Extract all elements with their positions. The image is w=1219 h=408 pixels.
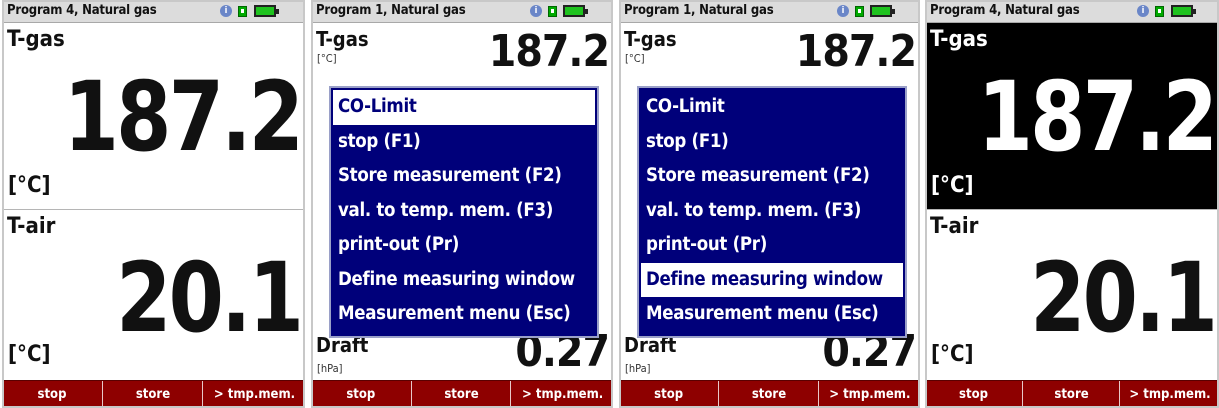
stop-key[interactable]: stop xyxy=(311,381,411,408)
measurement-name: T-gas xyxy=(624,27,677,51)
draft-unit: [hPa] xyxy=(625,362,651,375)
store-key[interactable]: store xyxy=(718,381,818,408)
tmp-mem-key[interactable]: > tmp.mem. xyxy=(201,381,305,408)
menu-item-temp-mem[interactable]: val. to temp. mem. (F3) xyxy=(641,194,903,229)
screenshot-strip: Program 4, Natural gas i T-gas 187.2 [°C… xyxy=(0,0,1219,408)
stop-key[interactable]: stop xyxy=(925,381,1022,408)
battery-icon xyxy=(1171,5,1196,17)
info-icon: i xyxy=(220,5,232,17)
measurement-unit: [°C] xyxy=(931,342,974,367)
measurement-unit: [°C] xyxy=(317,52,337,65)
status-header: Program 1, Natural gas i xyxy=(619,0,920,23)
tair-panel[interactable]: T-air 20.1 [°C] xyxy=(925,210,1219,380)
function-key-bar: stop store > tmp.mem. xyxy=(2,380,305,408)
menu-item-stop[interactable]: stop (F1) xyxy=(333,125,595,160)
measurement-value: 187.2 xyxy=(488,26,610,77)
tgas-panel[interactable]: T-gas 187.2 [°C] xyxy=(2,23,305,209)
program-title: Program 4, Natural gas xyxy=(930,3,1080,18)
menu-item-store-measurement[interactable]: Store measurement (F2) xyxy=(641,159,903,194)
measurement-value: 20.1 xyxy=(115,242,304,354)
measurement-value: 20.1 xyxy=(1029,242,1218,354)
measurement-value: 187.2 xyxy=(977,61,1217,173)
function-key-bar: stop store > tmp.mem. xyxy=(925,380,1219,408)
function-key-bar: stop store > tmp.mem. xyxy=(311,380,613,408)
status-header: Program 4, Natural gas i xyxy=(2,0,305,23)
measurement-name: T-gas xyxy=(7,27,65,52)
program-title: Program 1, Natural gas xyxy=(316,3,466,18)
measurement-name: T-gas xyxy=(316,27,369,51)
info-icon: i xyxy=(530,5,542,17)
measurement-unit: [°C] xyxy=(931,173,974,198)
memory-card-icon xyxy=(1155,6,1164,17)
info-icon: i xyxy=(837,5,849,17)
measurement-name: T-air xyxy=(930,214,979,239)
memory-card-icon xyxy=(548,6,557,17)
menu-item-temp-mem[interactable]: val. to temp. mem. (F3) xyxy=(333,194,595,229)
store-key[interactable]: store xyxy=(101,381,203,408)
store-key[interactable]: store xyxy=(1022,381,1120,408)
menu-item-co-limit[interactable]: CO-Limit xyxy=(333,90,595,125)
screen-4: Program 4, Natural gas i T-gas 187.2 [°C… xyxy=(925,0,1219,408)
store-key[interactable]: store xyxy=(410,381,512,408)
measurement-unit: [°C] xyxy=(8,342,51,367)
info-icon: i xyxy=(1137,5,1149,17)
tmp-mem-key[interactable]: > tmp.mem. xyxy=(817,381,920,408)
menu-item-define-window[interactable]: Define measuring window xyxy=(641,262,903,297)
program-title: Program 1, Natural gas xyxy=(624,3,774,18)
tmp-mem-key[interactable]: > tmp.mem. xyxy=(510,381,613,408)
menu-item-store-measurement[interactable]: Store measurement (F2) xyxy=(333,159,595,194)
screen-1: Program 4, Natural gas i T-gas 187.2 [°C… xyxy=(2,0,305,408)
tgas-panel-selected[interactable]: T-gas 187.2 [°C] xyxy=(925,23,1219,209)
status-header: Program 4, Natural gas i xyxy=(925,0,1219,23)
menu-item-print-out[interactable]: print-out (Pr) xyxy=(641,228,903,263)
stop-key[interactable]: stop xyxy=(2,381,102,408)
stop-key[interactable]: stop xyxy=(619,381,718,408)
menu-item-print-out[interactable]: print-out (Pr) xyxy=(333,228,595,263)
measurement-name: T-gas xyxy=(930,27,988,52)
menu-item-stop[interactable]: stop (F1) xyxy=(641,125,903,160)
program-title: Program 4, Natural gas xyxy=(7,3,157,18)
menu-item-measurement-menu[interactable]: Measurement menu (Esc) xyxy=(333,297,595,332)
screen-3: Program 1, Natural gas i T-gas 187.2 [°C… xyxy=(619,0,920,408)
menu-item-define-window[interactable]: Define measuring window xyxy=(333,263,595,298)
context-menu: CO-Limit stop (F1) Store measurement (F2… xyxy=(329,86,599,338)
memory-card-icon xyxy=(855,6,864,17)
measurement-unit: [°C] xyxy=(8,173,51,198)
battery-icon xyxy=(254,5,279,17)
measurement-unit: [°C] xyxy=(625,52,645,65)
context-menu: CO-Limit stop (F1) Store measurement (F2… xyxy=(637,86,907,338)
menu-item-co-limit[interactable]: CO-Limit xyxy=(641,90,903,125)
screen-2: Program 1, Natural gas i T-gas 187.2 [°C… xyxy=(311,0,613,408)
battery-icon xyxy=(870,5,895,17)
memory-card-icon xyxy=(238,6,247,17)
measurement-name: T-air xyxy=(7,214,56,239)
function-key-bar: stop store > tmp.mem. xyxy=(619,380,920,408)
measurement-value: 187.2 xyxy=(63,61,303,173)
tmp-mem-key[interactable]: > tmp.mem. xyxy=(1119,381,1219,408)
status-header: Program 1, Natural gas i xyxy=(311,0,613,23)
tair-panel[interactable]: T-air 20.1 [°C] xyxy=(2,210,305,380)
battery-icon xyxy=(563,5,588,17)
draft-unit: [hPa] xyxy=(317,362,343,375)
measurement-value: 187.2 xyxy=(795,26,917,77)
menu-item-measurement-menu[interactable]: Measurement menu (Esc) xyxy=(641,297,903,332)
